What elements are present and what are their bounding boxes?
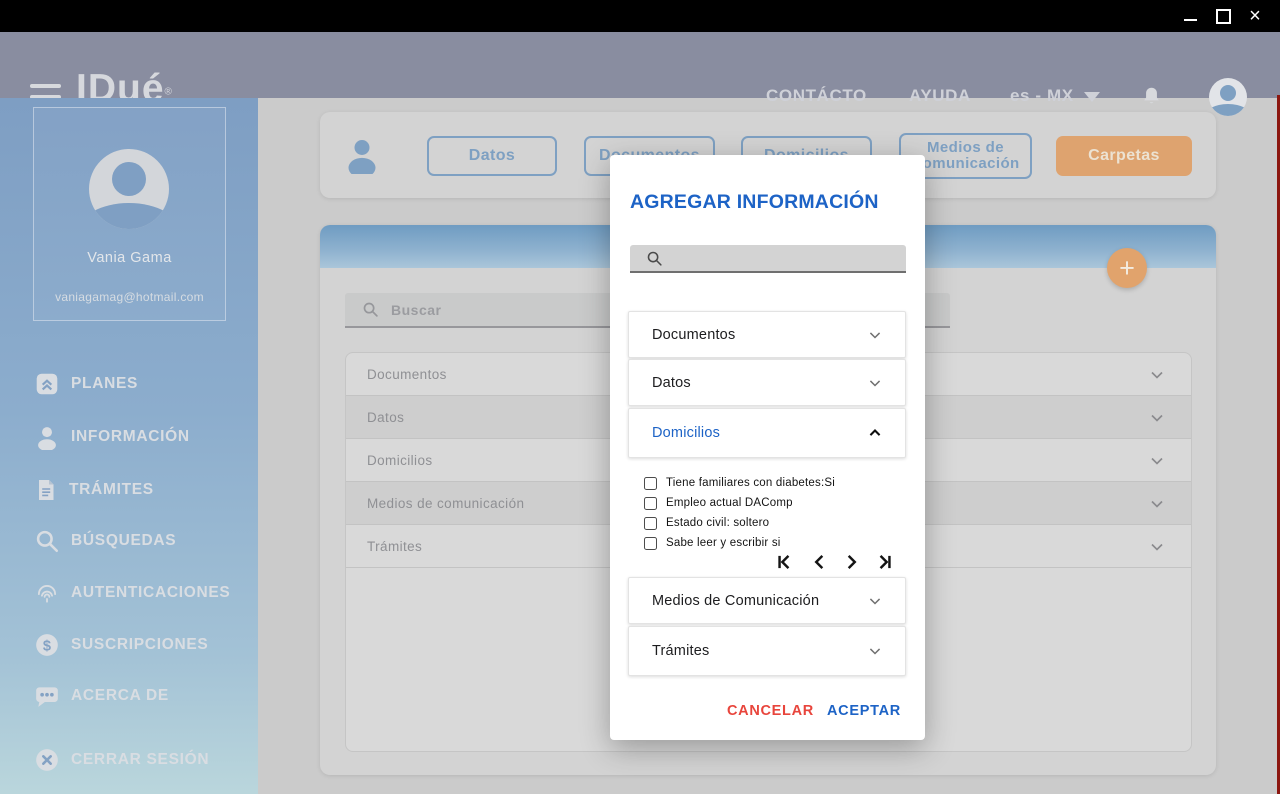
accordion-label: Documentos [652, 327, 735, 343]
person-icon [34, 424, 60, 450]
search-icon [362, 301, 379, 318]
dialog-search [630, 245, 906, 273]
option-diabetes[interactable]: Tiene familiares con diabetes:Si [644, 475, 835, 491]
cancel-button[interactable]: CANCELAR [727, 703, 814, 719]
accordion-label: Trámites [652, 643, 709, 659]
chevron-up-icon [865, 423, 885, 443]
sidebar-item-label: AUTENTICACIONES [71, 584, 230, 602]
row-label: Medios de comunicación [367, 496, 524, 511]
chevron-down-icon [865, 325, 885, 345]
option-empleo[interactable]: Empleo actual DAComp [644, 495, 793, 511]
registered-mark: ® [165, 87, 172, 98]
sidebar: Vania Gama vaniagamag@hotmail.com PLANES… [0, 98, 258, 794]
accordion-label: Medios de Comunicación [652, 593, 819, 609]
checkbox[interactable] [644, 517, 657, 530]
accordion-label: Domicilios [652, 425, 720, 441]
accept-button[interactable]: ACEPTAR [827, 703, 901, 719]
caret-down-icon [1084, 92, 1100, 102]
nav-ayuda[interactable]: AYUDA [909, 86, 971, 106]
agregar-informacion-dialog: AGREGAR INFORMACIÓN Documentos Datos Dom… [610, 155, 925, 740]
add-button[interactable]: + [1107, 248, 1147, 288]
sidebar-item-autenticaciones[interactable]: AUTENTICACIONES [34, 578, 230, 608]
row-label: Trámites [367, 539, 422, 554]
app-header: IDué® DILIGENCE AUTHENTICATION CONTÁCTO … [0, 32, 1280, 98]
option-label: Empleo actual DAComp [666, 497, 793, 509]
document-icon [34, 477, 58, 503]
accordion-tramites[interactable]: Trámites [628, 626, 906, 676]
sidebar-item-label: SUSCRIPCIONES [71, 636, 208, 654]
accordion-documentos[interactable]: Documentos [628, 311, 906, 358]
sidebar-item-label: CERRAR SESIÓN [71, 751, 209, 769]
next-page-icon[interactable] [842, 552, 862, 572]
sidebar-item-informacion[interactable]: INFORMACIÓN [34, 422, 190, 452]
option-sabe-leer[interactable]: Sabe leer y escribir si [644, 535, 781, 551]
accordion-domicilios[interactable]: Domicilios [628, 408, 906, 458]
search-icon [646, 250, 663, 267]
previous-page-icon[interactable] [809, 552, 829, 572]
accordion-label: Datos [652, 375, 691, 391]
user-avatar[interactable] [1209, 78, 1247, 116]
profile-name: Vania Gama [34, 250, 225, 266]
dialog-title: AGREGAR INFORMACIÓN [630, 191, 879, 214]
tab-carpetas[interactable]: Carpetas [1056, 136, 1192, 176]
row-label: Domicilios [367, 453, 433, 468]
profile-email: vaniagamag@hotmail.com [34, 290, 225, 304]
checkbox[interactable] [644, 477, 657, 490]
option-estado-civil[interactable]: Estado civil: soltero [644, 515, 769, 531]
chevron-down-icon[interactable] [1147, 451, 1167, 471]
dialog-search-input[interactable] [673, 249, 896, 267]
row-label: Datos [367, 410, 404, 425]
sidebar-item-planes[interactable]: PLANES [34, 369, 138, 399]
option-label: Tiene familiares con diabetes:Si [666, 477, 835, 489]
profile-avatar [89, 149, 169, 229]
sidebar-item-tramites[interactable]: TRÁMITES [34, 475, 154, 505]
language-selector[interactable]: es - MX [1010, 86, 1100, 106]
chevron-down-icon [865, 373, 885, 393]
os-titlebar: × [0, 0, 1280, 32]
checkbox[interactable] [644, 497, 657, 510]
chevron-down-icon[interactable] [1147, 408, 1167, 428]
subscription-icon: $ [34, 632, 60, 658]
chevron-down-icon[interactable] [1147, 537, 1167, 557]
fingerprint-icon [34, 580, 60, 606]
minimize-icon[interactable] [1180, 6, 1200, 26]
search-icon [34, 528, 60, 554]
last-page-icon[interactable] [875, 552, 895, 572]
plus-icon: + [1119, 253, 1135, 284]
person-icon [344, 136, 380, 179]
tab-datos[interactable]: Datos [427, 136, 557, 176]
accordion-datos[interactable]: Datos [628, 359, 906, 406]
app-window: × IDué® DILIGENCE AUTHENTICATION CONTÁCT… [0, 0, 1280, 794]
sidebar-item-acerca-de[interactable]: ACERCA DE [34, 681, 169, 711]
option-label: Estado civil: soltero [666, 517, 769, 529]
close-glyph: × [1249, 6, 1261, 26]
chat-icon [34, 683, 60, 709]
sidebar-item-label: ACERCA DE [71, 687, 169, 705]
chevron-down-icon[interactable] [1147, 494, 1167, 514]
notifications-bell-icon[interactable] [1141, 84, 1162, 113]
svg-text:$: $ [43, 638, 51, 654]
nav-contacto[interactable]: CONTÁCTO [766, 86, 867, 106]
sidebar-item-label: TRÁMITES [69, 481, 154, 499]
sidebar-item-suscripciones[interactable]: $ SUSCRIPCIONES [34, 630, 208, 660]
row-label: Documentos [367, 367, 447, 382]
maximize-icon[interactable] [1213, 6, 1233, 26]
sidebar-item-label: BÚSQUEDAS [71, 532, 176, 550]
plans-icon [34, 371, 60, 397]
accordion-medios-de-comunicacion[interactable]: Medios de Comunicación [628, 577, 906, 624]
close-icon[interactable]: × [1245, 6, 1265, 26]
chevron-down-icon[interactable] [1147, 365, 1167, 385]
option-label: Sabe leer y escribir si [666, 537, 781, 549]
chevron-down-icon [865, 641, 885, 661]
checkbox[interactable] [644, 537, 657, 550]
sidebar-item-label: INFORMACIÓN [71, 428, 190, 446]
sidebar-item-busquedas[interactable]: BÚSQUEDAS [34, 526, 176, 556]
profile-card: Vania Gama vaniagamag@hotmail.com [33, 107, 226, 321]
language-value: es - MX [1010, 86, 1074, 106]
logout-icon [34, 747, 60, 773]
first-page-icon[interactable] [774, 552, 794, 572]
sidebar-item-cerrar-sesion[interactable]: CERRAR SESIÓN [34, 745, 209, 775]
sidebar-item-label: PLANES [71, 375, 138, 393]
chevron-down-icon [865, 591, 885, 611]
